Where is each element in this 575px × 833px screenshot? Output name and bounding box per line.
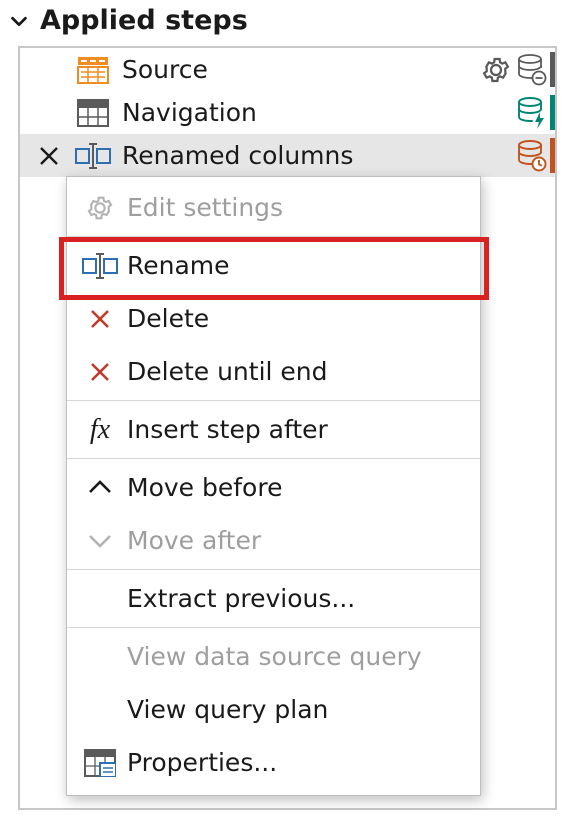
- step-label: Renamed columns: [122, 141, 507, 170]
- table-source-icon: [74, 56, 112, 84]
- database-remove-icon: [517, 54, 547, 86]
- step-label: Source: [122, 55, 471, 84]
- menu-label: Delete: [127, 304, 470, 333]
- menu-label: View data source query: [127, 642, 470, 671]
- menu-label: Properties...: [127, 748, 470, 777]
- menu-label: View query plan: [127, 695, 470, 724]
- menu-view-query-plan[interactable]: View query plan: [67, 683, 480, 736]
- menu-separator: [67, 569, 480, 570]
- table-icon: [74, 99, 112, 127]
- database-bolt-icon: [517, 97, 547, 129]
- fx-icon: fx: [77, 414, 123, 446]
- chevron-down-icon: [8, 10, 30, 32]
- menu-label: Move after: [127, 526, 470, 555]
- menu-separator: [67, 458, 480, 459]
- menu-separator: [67, 400, 480, 401]
- chevron-up-icon: [77, 477, 123, 499]
- properties-icon: [77, 749, 123, 777]
- menu-delete[interactable]: Delete: [67, 292, 480, 345]
- menu-insert-step-after[interactable]: fx Insert step after: [67, 403, 480, 456]
- menu-rename[interactable]: Rename: [67, 239, 480, 292]
- status-marker: [550, 52, 555, 87]
- menu-label: Rename: [127, 251, 470, 280]
- rename-columns-icon: [74, 142, 112, 170]
- status-marker: [550, 95, 555, 130]
- menu-move-before[interactable]: Move before: [67, 461, 480, 514]
- gear-icon[interactable]: [481, 55, 511, 85]
- menu-extract-previous[interactable]: Extract previous...: [67, 572, 480, 625]
- menu-label: Edit settings: [127, 193, 470, 222]
- step-context-menu: Edit settings Rename Delete: [66, 176, 481, 796]
- step-label: Navigation: [122, 98, 507, 127]
- menu-move-after: Move after: [67, 514, 480, 567]
- menu-separator: [67, 236, 480, 237]
- menu-properties[interactable]: Properties...: [67, 736, 480, 789]
- step-renamed-columns[interactable]: Renamed columns: [20, 134, 555, 177]
- menu-label: Insert step after: [127, 415, 470, 444]
- menu-label: Extract previous...: [127, 584, 470, 613]
- database-clock-icon: [517, 140, 547, 172]
- close-icon: [77, 307, 123, 331]
- menu-delete-until-end[interactable]: Delete until end: [67, 345, 480, 398]
- menu-view-data-source-query: View data source query: [67, 630, 480, 683]
- gear-icon: [77, 194, 123, 222]
- applied-steps-title: Applied steps: [40, 5, 248, 36]
- delete-step-icon[interactable]: [34, 144, 64, 168]
- step-source[interactable]: Source: [20, 48, 555, 91]
- menu-separator: [67, 627, 480, 628]
- step-navigation[interactable]: Navigation: [20, 91, 555, 134]
- menu-label: Delete until end: [127, 357, 470, 386]
- menu-label: Move before: [127, 473, 470, 502]
- status-marker: [550, 138, 555, 173]
- applied-steps-header[interactable]: Applied steps: [0, 0, 575, 40]
- rename-icon: [77, 253, 123, 279]
- menu-edit-settings: Edit settings: [67, 181, 480, 234]
- close-icon: [77, 360, 123, 384]
- chevron-down-icon: [77, 530, 123, 552]
